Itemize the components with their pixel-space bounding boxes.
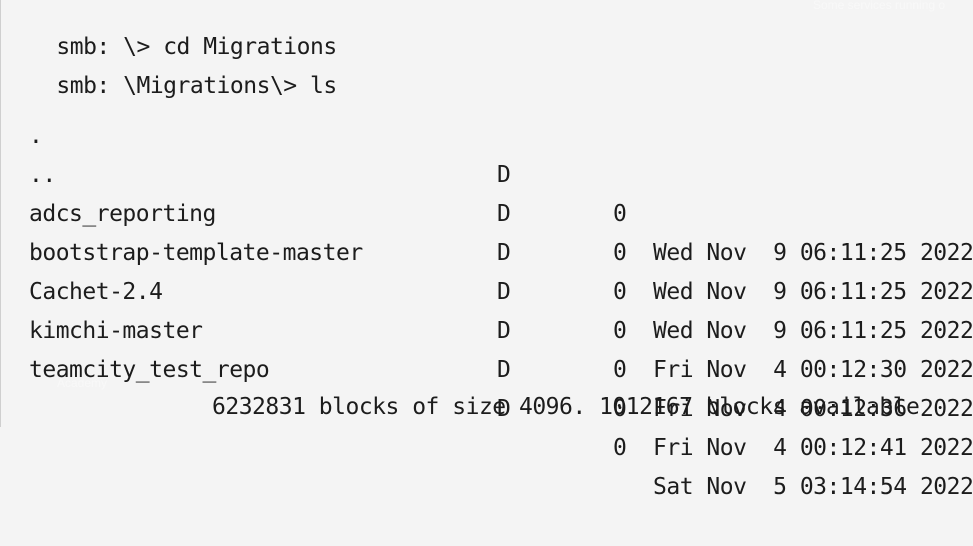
entry-date: Fri Nov 4 00:12:41 2022	[653, 435, 973, 461]
background-status-text: Some services running o	[813, 0, 946, 12]
directory-listing: . D 0 Wed Nov 9 06:11:25 2022 .. D 0 Wed…	[1, 78, 973, 500]
entry-attr: D	[497, 357, 511, 383]
entry-date: Fri Nov 4 00:12:30 2022	[653, 357, 973, 383]
listing-row: Cachet-2.4 D 0 Fri Nov 4 00:12:36 2022	[1, 234, 973, 422]
entry-date: Sat Nov 5 03:14:54 2022	[653, 474, 973, 500]
listing-row: teamcity_test_repo D 0 Sat Nov 5 03:14:5…	[1, 312, 973, 500]
blocks-summary: 6232831 blocks of size 4096. 1012167 blo…	[212, 394, 920, 420]
entry-size: 0	[613, 357, 627, 383]
listing-row: . D 0 Wed Nov 9 06:11:25 2022	[1, 78, 973, 266]
entry-size: 0	[613, 435, 627, 461]
terminal-window[interactable]: Some services running o Academy Apr 2023…	[0, 0, 973, 500]
listing-row: kimchi-master D 0 Fri Nov 4 00:12:41 202…	[1, 273, 973, 461]
listing-row: adcs_reporting D 0 Wed Nov 9 06:11:25 20…	[1, 156, 973, 344]
listing-row: .. D 0 Wed Nov 9 06:11:25 2022	[1, 117, 973, 305]
entry-name: teamcity_test_repo	[29, 357, 270, 383]
listing-row: bootstrap-template-master D 0 Fri Nov 4 …	[1, 195, 973, 383]
